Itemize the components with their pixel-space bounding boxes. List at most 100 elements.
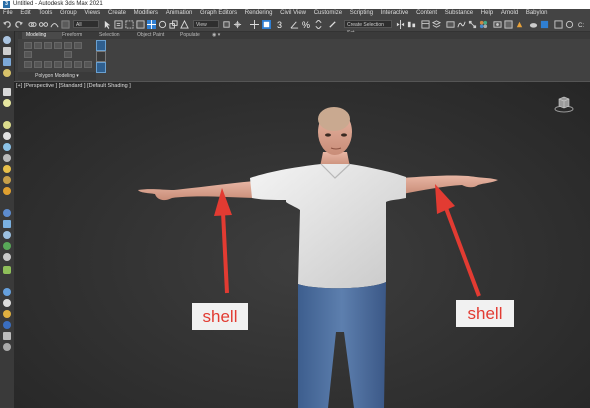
undo-icon[interactable] bbox=[3, 20, 12, 29]
toggle-scene-explorer-icon[interactable] bbox=[421, 20, 430, 29]
arnold-render-icon[interactable] bbox=[540, 20, 549, 29]
render-in-cloud-icon[interactable] bbox=[529, 20, 538, 29]
perspective-viewport[interactable]: [+] [Perspective ] [Standard ] [Default … bbox=[14, 81, 590, 408]
keyboard-shortcut-override-icon[interactable] bbox=[250, 20, 259, 29]
helpers-icon[interactable] bbox=[3, 165, 11, 173]
menu-help[interactable]: Help bbox=[478, 9, 496, 18]
select-and-place-icon[interactable] bbox=[180, 20, 189, 29]
ribbon-button-hide-icon[interactable] bbox=[84, 61, 92, 68]
ribbon-button-ngon-icon[interactable] bbox=[74, 61, 82, 68]
menu-arnold[interactable]: Arnold bbox=[498, 9, 521, 18]
ribbon-button-polygon-icon[interactable] bbox=[54, 42, 62, 49]
ribbon-button-symmetry-icon[interactable] bbox=[96, 51, 106, 62]
workspace-switcher-icon[interactable]: C: bbox=[578, 20, 587, 29]
redo-icon[interactable] bbox=[14, 20, 23, 29]
menu-animation[interactable]: Animation bbox=[163, 9, 196, 18]
file-icon[interactable] bbox=[3, 332, 11, 340]
select-by-name-icon[interactable] bbox=[114, 20, 123, 29]
named-selection-sets-dropdown[interactable]: Create Selection Set bbox=[344, 20, 392, 36]
menu-content[interactable]: Content bbox=[413, 9, 440, 18]
menu-interactive[interactable]: Interactive bbox=[378, 9, 412, 18]
menu-edit[interactable]: Edit bbox=[17, 9, 33, 18]
rendered-frame-window-icon[interactable] bbox=[504, 20, 513, 29]
spinner-snap-icon[interactable] bbox=[314, 20, 323, 29]
ribbon-button-quickslice-icon[interactable] bbox=[44, 61, 52, 68]
menu-scripting[interactable]: Scripting bbox=[347, 9, 376, 18]
menu-graph-editors[interactable]: Graph Editors bbox=[197, 9, 240, 18]
curve-editor-icon[interactable] bbox=[457, 20, 466, 29]
utilities-panel-icon[interactable] bbox=[3, 99, 11, 107]
ribbon-button-edit-poly-icon[interactable] bbox=[96, 40, 106, 51]
select-and-rotate-icon[interactable] bbox=[158, 20, 167, 29]
snap-3d-icon[interactable]: 3 bbox=[277, 20, 286, 29]
tab-populate[interactable]: Populate bbox=[176, 32, 204, 39]
menu-views[interactable]: Views bbox=[81, 9, 103, 18]
ribbon-options-icon[interactable]: ◉ ▾ bbox=[208, 32, 224, 39]
ribbon-button-vertex-icon[interactable] bbox=[24, 42, 32, 49]
space-warps-icon[interactable] bbox=[3, 176, 11, 184]
ribbon-button-element-icon[interactable] bbox=[64, 42, 72, 49]
ribbon-button-stack-icon[interactable] bbox=[74, 42, 82, 49]
selection-filter-dropdown[interactable]: All bbox=[73, 20, 99, 28]
shapes-icon[interactable] bbox=[3, 132, 11, 140]
snaps-toggle-icon[interactable] bbox=[262, 20, 271, 29]
edit-named-selection-icon[interactable] bbox=[328, 20, 337, 29]
geometry-icon[interactable] bbox=[3, 121, 11, 129]
rigid-body-icon[interactable] bbox=[3, 231, 11, 239]
select-object-icon[interactable] bbox=[103, 20, 112, 29]
ribbon-button-swiftloop-icon[interactable] bbox=[54, 61, 62, 68]
menu-rendering[interactable]: Rendering bbox=[242, 9, 276, 18]
color-picker-icon[interactable] bbox=[3, 321, 11, 329]
ribbon-button-repeat-icon[interactable] bbox=[34, 61, 42, 68]
active-shade-icon[interactable] bbox=[554, 20, 563, 29]
material-slots-icon[interactable] bbox=[3, 310, 11, 318]
ribbon-button-collapse-icon[interactable] bbox=[24, 51, 32, 58]
select-manipulate-icon[interactable] bbox=[233, 20, 242, 29]
tab-modeling[interactable]: Modeling bbox=[22, 32, 62, 39]
systems-icon[interactable] bbox=[3, 187, 11, 195]
cameras-icon[interactable] bbox=[3, 154, 11, 162]
percent-snap-icon[interactable]: % bbox=[302, 20, 311, 29]
tab-selection[interactable]: Selection bbox=[95, 32, 124, 39]
ribbon-button-modify-mode-icon[interactable] bbox=[64, 51, 72, 58]
menu-babylon[interactable]: Babylon bbox=[523, 9, 551, 18]
lights-icon[interactable] bbox=[3, 143, 11, 151]
render-production-icon[interactable] bbox=[515, 20, 524, 29]
menu-substance[interactable]: Substance bbox=[442, 9, 476, 18]
layer-manager-icon[interactable] bbox=[3, 220, 11, 228]
use-pivot-center-icon[interactable] bbox=[222, 20, 231, 29]
particle-flow-icon[interactable] bbox=[3, 253, 11, 261]
select-and-move-icon[interactable] bbox=[147, 20, 156, 29]
menu-customize[interactable]: Customize bbox=[311, 9, 345, 18]
link-icon[interactable] bbox=[28, 20, 37, 29]
render-setup-icon[interactable] bbox=[493, 20, 502, 29]
toggle-layer-explorer-icon[interactable] bbox=[432, 20, 441, 29]
hierarchy-panel-icon[interactable] bbox=[3, 58, 11, 66]
menu-group[interactable]: Group bbox=[57, 9, 80, 18]
menu-civil-view[interactable]: Civil View bbox=[277, 9, 309, 18]
tab-object-paint[interactable]: Object Paint bbox=[133, 32, 168, 39]
help-icon[interactable] bbox=[3, 343, 11, 351]
schematic-view-icon[interactable] bbox=[468, 20, 477, 29]
global-view-icon[interactable] bbox=[3, 288, 11, 296]
reference-coordinate-dropdown[interactable]: View bbox=[193, 20, 219, 28]
align-icon[interactable] bbox=[407, 20, 416, 29]
mirror-icon[interactable] bbox=[396, 20, 405, 29]
ribbon-panel-label[interactable]: Polygon Modeling ▾ bbox=[18, 72, 96, 80]
bind-space-warp-icon[interactable] bbox=[50, 20, 59, 29]
ribbon-button-preserve-uv-icon[interactable] bbox=[24, 61, 32, 68]
ribbon-button-constrain-icon[interactable] bbox=[96, 62, 106, 73]
menu-create[interactable]: Create bbox=[105, 9, 129, 18]
menu-tools[interactable]: Tools bbox=[35, 9, 55, 18]
menu-file[interactable]: File bbox=[0, 9, 16, 18]
unlink-icon[interactable] bbox=[39, 20, 48, 29]
material-editor-icon[interactable] bbox=[479, 20, 488, 29]
rectangular-selection-icon[interactable] bbox=[125, 20, 134, 29]
ribbon-button-edge-icon[interactable] bbox=[34, 42, 42, 49]
modify-panel-icon[interactable] bbox=[3, 47, 11, 55]
cloth-icon[interactable] bbox=[3, 242, 11, 250]
ribbon-button-cut-icon[interactable] bbox=[64, 61, 72, 68]
viewport-settings-icon[interactable] bbox=[3, 299, 11, 307]
menu-modifiers[interactable]: Modifiers bbox=[131, 9, 161, 18]
angle-snap-icon[interactable] bbox=[290, 20, 299, 29]
